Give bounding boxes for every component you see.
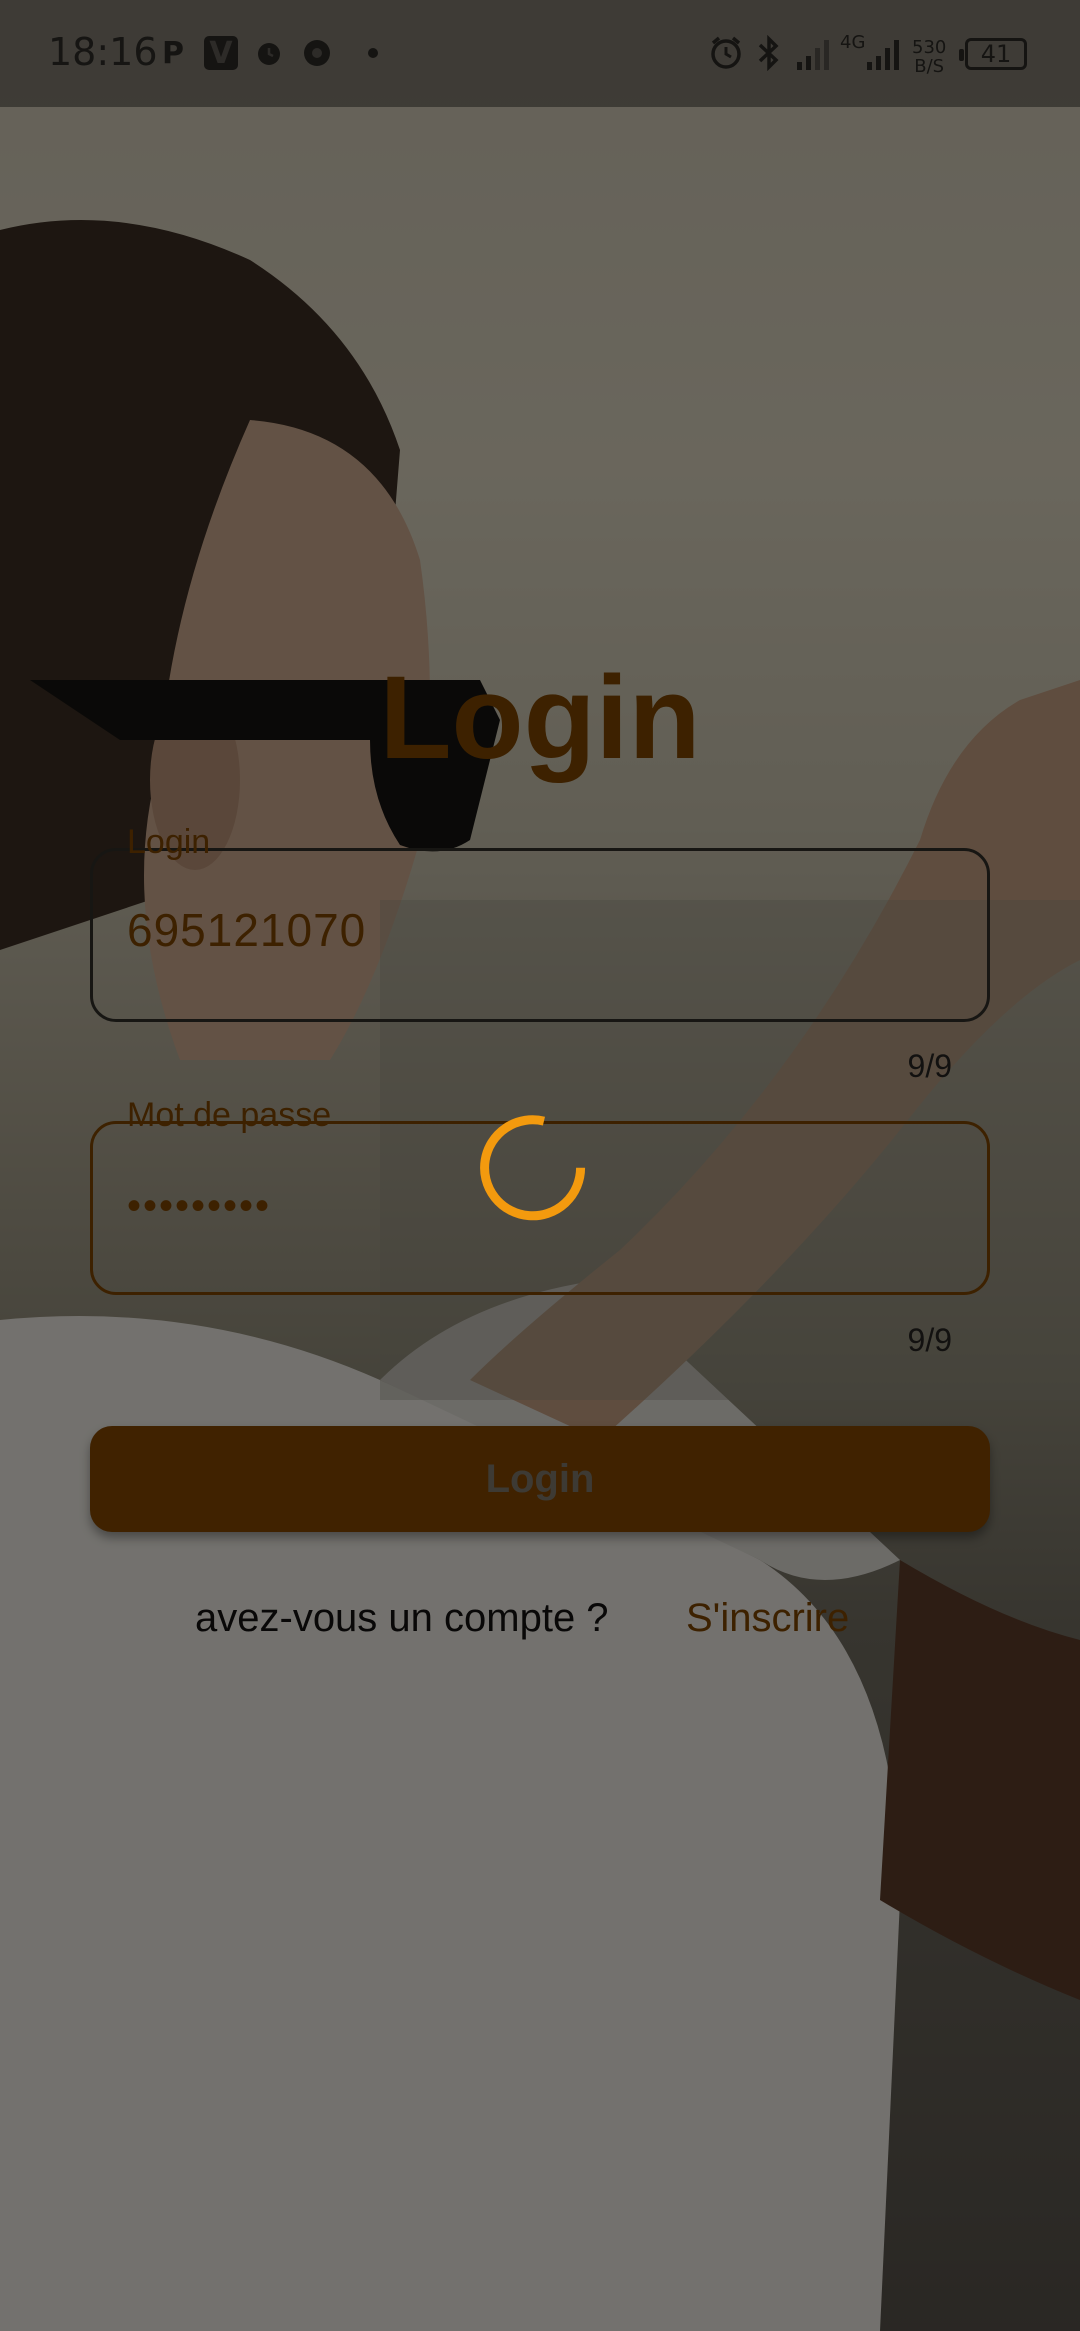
login-screen: 18:16 P V 4G 530 B/S 41 <box>0 0 1080 2331</box>
spinner-icon <box>478 1110 602 1234</box>
